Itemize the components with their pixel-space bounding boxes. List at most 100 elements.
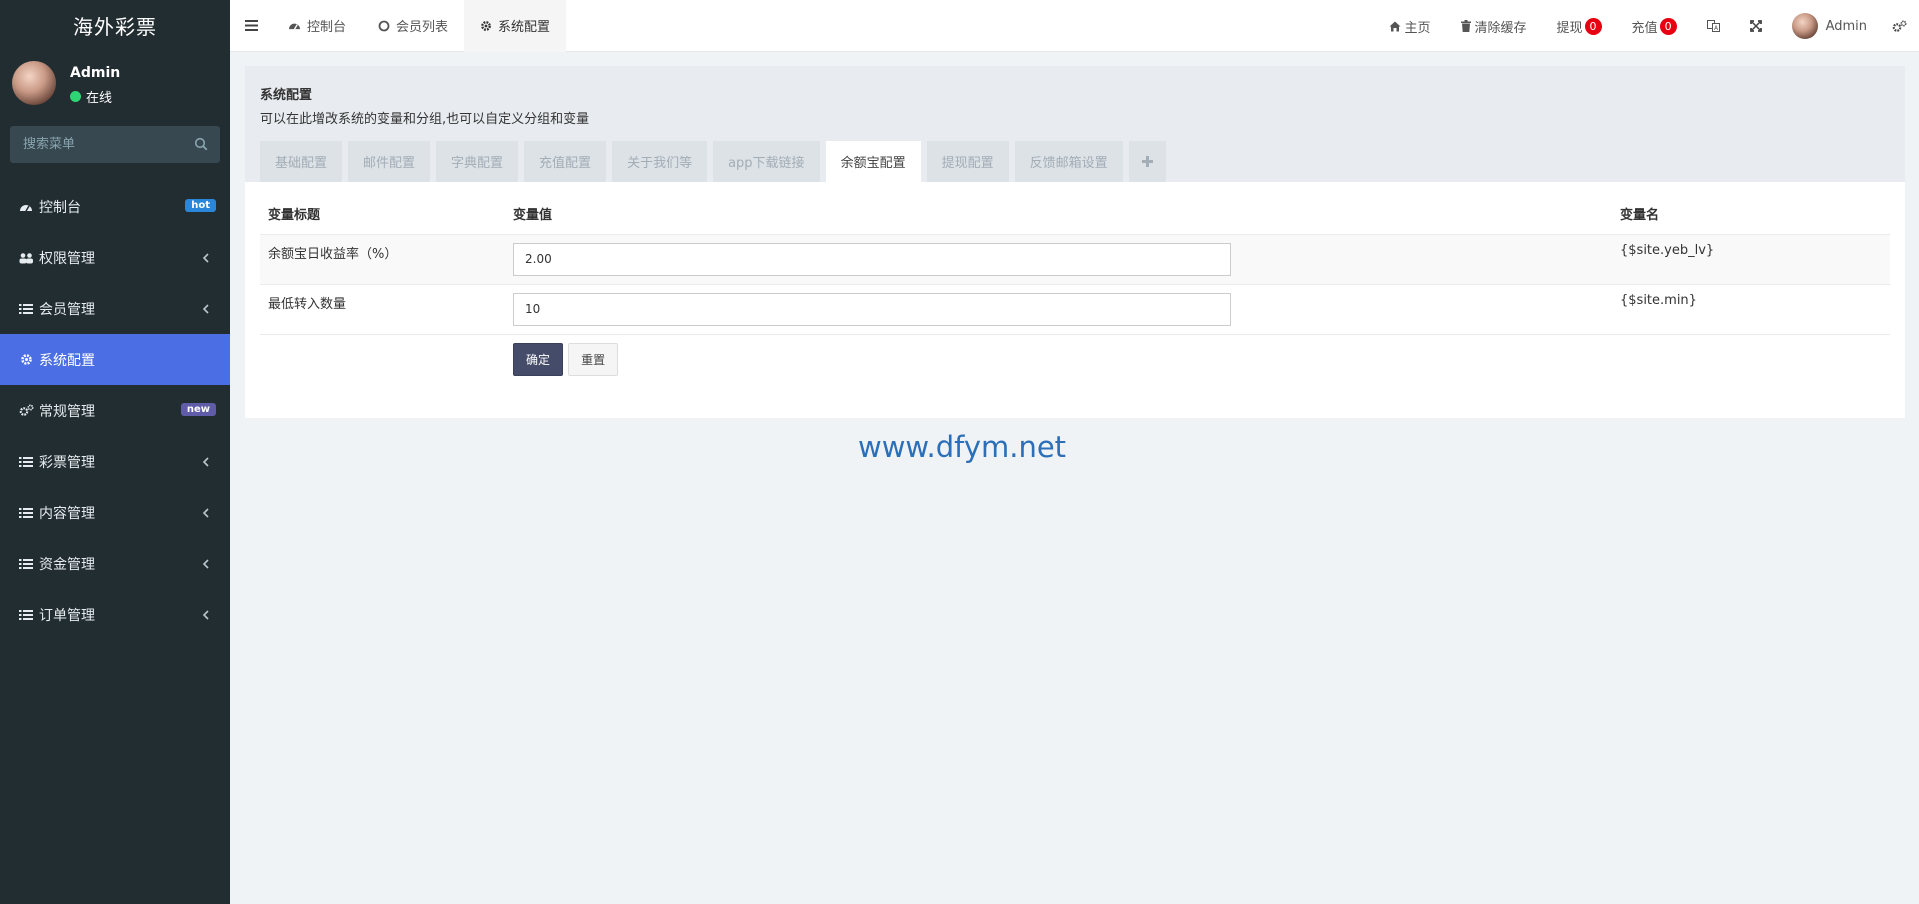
chevron-left-icon [202, 508, 209, 518]
top-navbar: 控制台 会员列表 系统配置 主页 清除缓存 提现 0 充值 0 A Admin [230, 0, 1919, 52]
sidebar-menu: 控制台 hot 权限管理 会员管理 系统配置 常规管理 new 彩票管理 内容管… [0, 181, 230, 640]
sidebar: 海外彩票 Admin 在线 控制台 hot 权限管理 会员管理 系统配置 [0, 0, 230, 904]
main-content: 系统配置 可以在此增改系统的变量和分组,也可以自定义分组和变量 基础配置 邮件配… [245, 66, 1905, 418]
tab-feedback-email[interactable]: 反馈邮箱设置 [1014, 141, 1123, 182]
min-transfer-input[interactable] [513, 292, 1231, 326]
list-icon [18, 557, 34, 571]
sidebar-item-lottery[interactable]: 彩票管理 [0, 436, 230, 487]
user-status: 在线 [70, 87, 112, 106]
gear-icon [481, 20, 491, 31]
users-icon [18, 251, 34, 265]
chevron-left-icon [202, 610, 209, 620]
new-badge: new [180, 403, 216, 416]
list-icon [18, 455, 34, 469]
table-header-row: 变量标题 变量值 变量名 [260, 194, 1890, 235]
gear-icon [18, 353, 34, 367]
empty-cell [260, 334, 505, 384]
sidebar-item-label: 权限管理 [39, 250, 95, 267]
trash-icon [1460, 20, 1471, 32]
tab-dashboard[interactable]: 控制台 [272, 0, 362, 52]
withdraw-count-badge: 0 [1584, 17, 1602, 35]
fullscreen-button[interactable] [1735, 0, 1777, 52]
sidebar-item-general[interactable]: 常规管理 new [0, 385, 230, 436]
column-header: 变量值 [505, 194, 1612, 235]
table-row: 余额宝日收益率（%） {$site.yeb_lv} [260, 234, 1890, 285]
sidebar-item-label: 订单管理 [39, 607, 95, 624]
sidebar-item-system-config[interactable]: 系统配置 [0, 334, 230, 385]
sidebar-item-permissions[interactable]: 权限管理 [0, 232, 230, 283]
plus-icon [1141, 156, 1153, 167]
user-menu-label: Admin [1825, 18, 1867, 34]
tab-system-config[interactable]: 系统配置 [464, 0, 567, 52]
avatar [12, 61, 56, 105]
clear-cache-button[interactable]: 清除缓存 [1446, 0, 1542, 52]
tab-member-list[interactable]: 会员列表 [362, 0, 464, 52]
config-table: 变量标题 变量值 变量名 余额宝日收益率（%） {$site.yeb_lv} 最… [260, 194, 1890, 384]
language-button[interactable]: A [1692, 0, 1735, 52]
form-actions: 确定 重置 [505, 334, 1612, 384]
yeb-rate-input[interactable] [513, 242, 1231, 276]
config-panel-body: 变量标题 变量值 变量名 余额宝日收益率（%） {$site.yeb_lv} 最… [245, 182, 1905, 418]
column-header: 变量标题 [260, 194, 505, 235]
tab-recharge-config[interactable]: 充值配置 [524, 141, 607, 182]
column-header: 变量名 [1612, 194, 1890, 235]
tab-label: 控制台 [307, 20, 347, 35]
tab-label: 系统配置 [498, 20, 551, 35]
sidebar-item-label: 会员管理 [39, 301, 95, 318]
tab-withdraw-config[interactable]: 提现配置 [926, 141, 1009, 182]
page-title: 系统配置 [260, 88, 313, 103]
empty-cell [1612, 334, 1890, 384]
tab-yuebao-config[interactable]: 余额宝配置 [825, 141, 921, 182]
reset-button[interactable]: 重置 [568, 342, 619, 376]
sidebar-item-orders[interactable]: 订单管理 [0, 589, 230, 640]
home-label: 主页 [1404, 20, 1431, 36]
variable-name: {$site.min} [1612, 284, 1890, 335]
tab-dictionary-config[interactable]: 字典配置 [436, 141, 519, 182]
clear-cache-label: 清除缓存 [1474, 20, 1527, 36]
tab-label: 会员列表 [396, 20, 449, 35]
settings-button[interactable] [1882, 0, 1919, 52]
chevron-left-icon [202, 304, 209, 314]
withdraw-label: 提现 [1556, 20, 1583, 36]
confirm-button[interactable]: 确定 [513, 342, 564, 376]
hot-badge: hot [185, 199, 216, 212]
avatar [1791, 13, 1818, 39]
list-icon [18, 506, 34, 520]
withdraw-link[interactable]: 提现 0 [1542, 0, 1617, 52]
home-icon [1389, 21, 1400, 31]
menu-toggle-button[interactable] [230, 0, 272, 52]
sidebar-item-label: 常规管理 [39, 403, 95, 420]
recharge-link[interactable]: 充值 0 [1617, 0, 1692, 52]
status-label: 在线 [86, 91, 113, 106]
sidebar-item-content[interactable]: 内容管理 [0, 487, 230, 538]
gears-icon [18, 404, 34, 418]
navbar-right: 主页 清除缓存 提现 0 充值 0 A Admin [1374, 0, 1919, 52]
add-tab-button[interactable] [1128, 141, 1166, 182]
home-link[interactable]: 主页 [1374, 0, 1446, 52]
tab-basic-config[interactable]: 基础配置 [260, 141, 343, 182]
sidebar-item-label: 资金管理 [39, 556, 95, 573]
app-logo[interactable]: 海外彩票 [0, 0, 230, 51]
sidebar-search [10, 126, 220, 163]
sidebar-item-label: 内容管理 [39, 505, 95, 522]
variable-title: 最低转入数量 [260, 284, 505, 335]
tab-app-download[interactable]: app下载链接 [713, 141, 820, 182]
gears-icon [1892, 19, 1907, 32]
sidebar-item-members[interactable]: 会员管理 [0, 283, 230, 334]
list-icon [18, 302, 34, 316]
tab-mail-config[interactable]: 邮件配置 [348, 141, 431, 182]
circle-icon [378, 20, 390, 31]
tab-about-us[interactable]: 关于我们等 [612, 141, 708, 182]
search-icon[interactable] [194, 137, 208, 151]
sidebar-item-label: 控制台 [39, 199, 81, 216]
watermark-text: www.dfym.net [858, 430, 1067, 464]
search-input[interactable] [10, 126, 220, 163]
user-panel: Admin 在线 [0, 51, 230, 119]
sidebar-item-funds[interactable]: 资金管理 [0, 538, 230, 589]
sidebar-item-dashboard[interactable]: 控制台 hot [0, 181, 230, 232]
variable-value-cell [505, 284, 1612, 335]
config-tabs: 基础配置 邮件配置 字典配置 充值配置 关于我们等 app下载链接 余额宝配置 … [260, 141, 1166, 182]
user-menu[interactable]: Admin [1777, 0, 1882, 52]
variable-name: {$site.yeb_lv} [1612, 234, 1890, 285]
list-icon [18, 608, 34, 622]
